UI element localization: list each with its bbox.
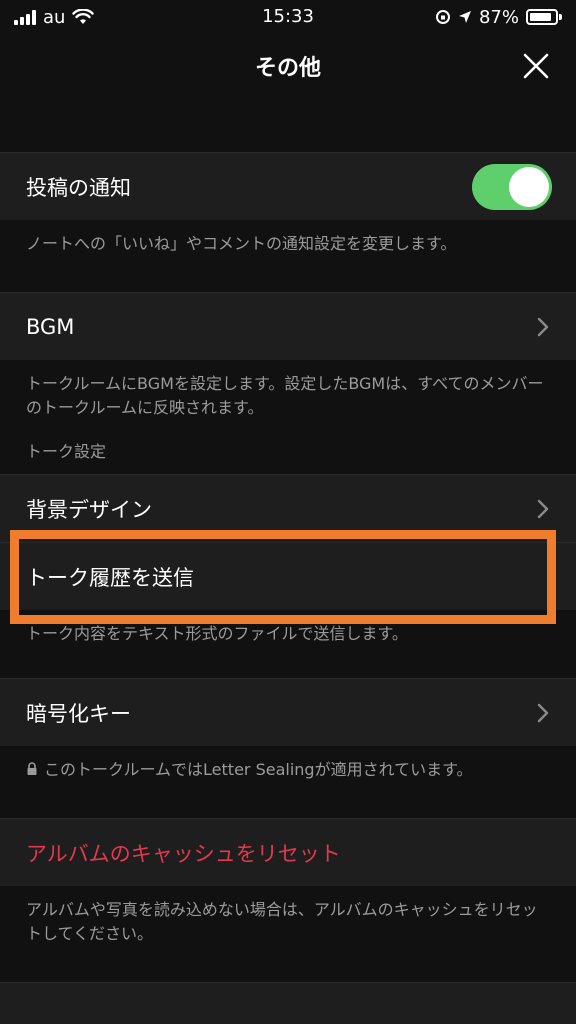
post-notification-label: 投稿の通知 bbox=[26, 175, 131, 200]
close-icon[interactable] bbox=[522, 52, 550, 80]
reset-album-cache-label: アルバムのキャッシュをリセット bbox=[26, 841, 341, 866]
background-design-label: 背景デザイン bbox=[26, 497, 152, 522]
talk-settings-header: トーク設定 bbox=[0, 438, 576, 474]
encryption-key-row[interactable]: 暗号化キー bbox=[0, 678, 576, 746]
encryption-key-description: このトークルームではLetter Sealingが適用されています。 bbox=[0, 746, 576, 800]
highlight-frame bbox=[10, 530, 556, 624]
reset-album-cache-row[interactable]: アルバムのキャッシュをリセット bbox=[0, 818, 576, 886]
status-time: 15:33 bbox=[262, 6, 314, 27]
bgm-label: BGM bbox=[26, 314, 75, 339]
bgm-row[interactable]: BGM bbox=[0, 292, 576, 360]
bgm-description: トークルームにBGMを設定します。設定したBGMは、すべてのメンバーのトークルー… bbox=[0, 360, 576, 438]
encryption-key-label: 暗号化キー bbox=[26, 701, 131, 726]
reset-album-cache-description: アルバムや写真を読み込めない場合は、アルバムのキャッシュをリセットしてください。 bbox=[0, 886, 576, 964]
orientation-lock-icon bbox=[435, 10, 450, 24]
chevron-right-icon bbox=[537, 317, 549, 337]
settings-screen: au 15:33 87% その他 投稿の通知 ノートへの「いいね」やコメントの通… bbox=[0, 0, 576, 1024]
chevron-right-icon bbox=[537, 499, 549, 519]
wifi-icon bbox=[72, 9, 95, 24]
carrier-label: au bbox=[43, 6, 66, 28]
location-icon bbox=[458, 11, 471, 23]
post-notification-toggle[interactable] bbox=[472, 164, 552, 210]
post-notification-row: 投稿の通知 bbox=[0, 152, 576, 220]
page-title: その他 bbox=[254, 56, 321, 81]
lock-icon bbox=[27, 762, 37, 775]
status-bar: au 15:33 87% bbox=[0, 0, 576, 34]
next-settings-row[interactable] bbox=[0, 982, 576, 1024]
battery-icon bbox=[526, 9, 562, 25]
battery-percent: 87% bbox=[478, 6, 519, 28]
signal-icon bbox=[14, 9, 36, 25]
chevron-right-icon bbox=[537, 703, 549, 723]
post-notification-description: ノートへの「いいね」やコメントの通知設定を変更します。 bbox=[0, 220, 576, 274]
encryption-key-description-text: このトークルームではLetter Sealingが適用されています。 bbox=[44, 760, 473, 779]
nav-bar: その他 bbox=[0, 34, 576, 98]
